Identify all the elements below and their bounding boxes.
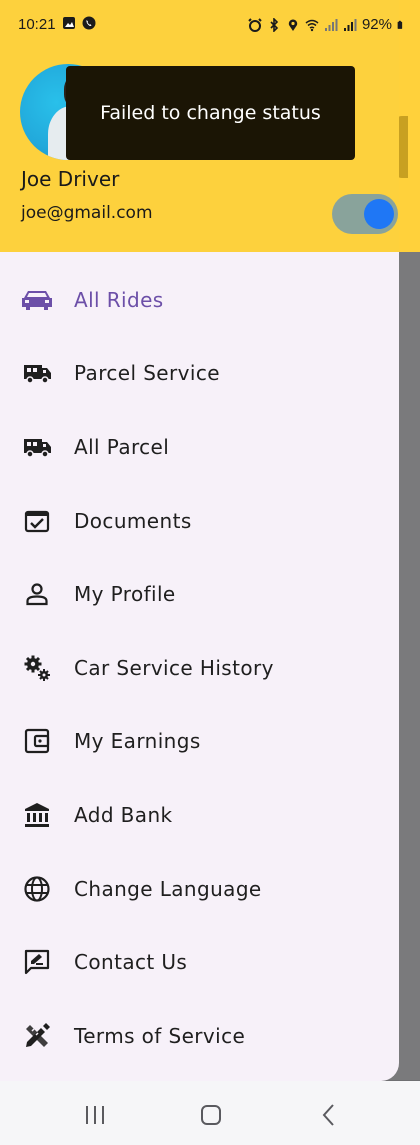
battery-icon	[397, 20, 403, 29]
wallet-icon	[20, 726, 54, 756]
menu-label: Add Bank	[74, 802, 173, 827]
home-icon[interactable]	[196, 1101, 226, 1129]
recent-apps-icon[interactable]	[80, 1101, 110, 1129]
alarm-icon	[248, 17, 262, 32]
toggle-knob	[364, 199, 394, 229]
drawer-menu: All Rides Parcel Service All Parcel Docu…	[0, 263, 399, 1073]
navigation-drawer: Joe Driver joe@gmail.com Failed to chang…	[0, 0, 399, 1081]
van-icon	[20, 432, 54, 462]
driver-name: Joe Driver	[21, 167, 120, 191]
menu-item-change-language[interactable]: Change Language	[0, 852, 399, 926]
menu-item-my-earnings[interactable]: My Earnings	[0, 705, 399, 779]
menu-label: Change Language	[74, 876, 262, 901]
menu-item-all-parcel[interactable]: All Parcel	[0, 410, 399, 484]
back-icon[interactable]	[314, 1101, 344, 1129]
menu-label: Car Service History	[74, 655, 274, 680]
car-icon	[20, 285, 54, 315]
design-tools-icon	[20, 1021, 54, 1051]
menu-item-car-service-history[interactable]: Car Service History	[0, 631, 399, 705]
online-status-toggle[interactable]	[332, 194, 398, 234]
menu-label: My Profile	[74, 582, 176, 607]
menu-item-contact-us[interactable]: Contact Us	[0, 925, 399, 999]
menu-item-documents[interactable]: Documents	[0, 484, 399, 558]
menu-label: My Earnings	[74, 729, 201, 754]
menu-label: Terms of Service	[74, 1023, 246, 1048]
toast-message: Failed to change status	[66, 66, 355, 160]
wifi-icon	[305, 19, 319, 31]
status-time: 10:21	[18, 16, 56, 33]
menu-item-parcel-service[interactable]: Parcel Service	[0, 337, 399, 411]
call-icon	[82, 16, 96, 30]
chat-edit-icon	[20, 947, 54, 977]
driver-email: joe@gmail.com	[21, 203, 153, 223]
globe-icon	[20, 874, 54, 904]
bank-icon	[20, 800, 54, 830]
system-nav-bar	[0, 1081, 420, 1145]
signal-icon	[324, 18, 338, 31]
image-icon	[63, 17, 75, 29]
menu-label: Parcel Service	[74, 361, 220, 386]
menu-label: Contact Us	[74, 950, 188, 975]
menu-item-add-bank[interactable]: Add Bank	[0, 778, 399, 852]
menu-label: Documents	[74, 508, 192, 533]
menu-label: All Parcel	[74, 434, 170, 459]
menu-item-my-profile[interactable]: My Profile	[0, 557, 399, 631]
signal-icon	[343, 18, 357, 31]
battery-percent: 92%	[361, 16, 392, 33]
location-icon	[288, 19, 298, 31]
menu-label: All Rides	[74, 287, 164, 312]
person-icon	[20, 579, 54, 609]
van-icon	[20, 358, 54, 388]
menu-item-all-rides[interactable]: All Rides	[0, 263, 399, 337]
calendar-check-icon	[20, 506, 54, 536]
status-bar: 10:21 92%	[0, 0, 420, 50]
gears-icon	[20, 653, 54, 683]
bluetooth-icon	[270, 17, 279, 32]
menu-item-terms-of-service[interactable]: Terms of Service	[0, 999, 399, 1073]
